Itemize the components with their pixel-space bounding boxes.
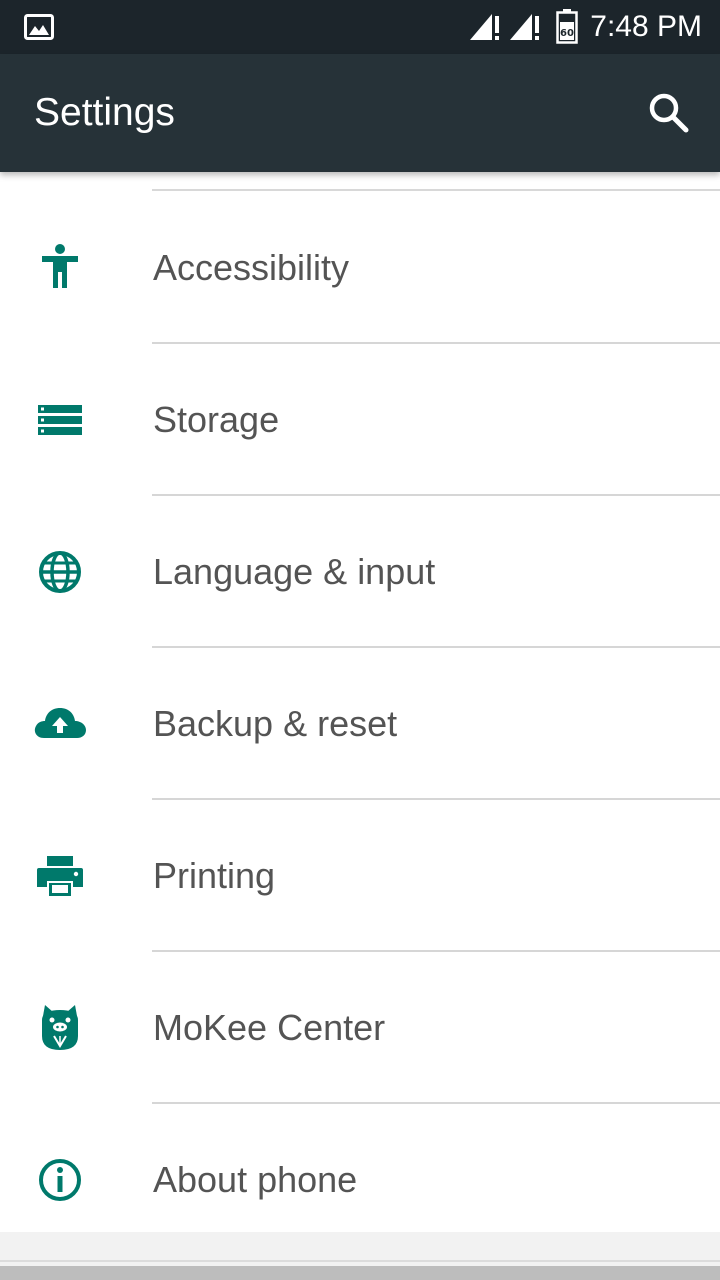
settings-item-printing[interactable]: Printing <box>0 800 720 952</box>
globe-icon <box>30 542 90 602</box>
settings-item-label: Storage <box>153 399 280 440</box>
mokee-icon <box>30 998 90 1058</box>
settings-item-accessibility[interactable]: Accessibility <box>0 192 720 344</box>
status-bar: 60 7:48 PM <box>0 0 720 54</box>
signal-no-data-icon <box>510 14 539 40</box>
settings-item-mokee-center[interactable]: MoKee Center <box>0 952 720 1104</box>
printer-icon <box>30 846 90 906</box>
gallery-icon <box>24 14 54 40</box>
signal-no-data-icon <box>470 14 499 40</box>
battery-level: 60 <box>560 28 574 39</box>
search-icon[interactable] <box>644 88 692 136</box>
cloud-upload-icon <box>30 694 90 754</box>
divider <box>0 1260 720 1262</box>
settings-item-language-input[interactable]: Language & input <box>0 496 720 648</box>
settings-item-storage[interactable]: Storage <box>0 344 720 496</box>
settings-item-label: Printing <box>153 855 276 896</box>
info-icon <box>30 1150 90 1210</box>
page-title: Settings <box>34 91 175 134</box>
status-time: 7:48 PM <box>590 10 702 43</box>
battery-icon: 60 <box>556 9 578 44</box>
settings-list: Accessibility Storage Language & input B… <box>0 172 720 1232</box>
storage-icon <box>30 390 90 450</box>
list-bottom-edge <box>0 1232 720 1280</box>
app-bar: Settings <box>0 54 720 172</box>
accessibility-icon <box>30 238 90 298</box>
settings-item-label: Accessibility <box>153 247 350 288</box>
settings-item-label: Backup & reset <box>153 703 398 744</box>
settings-item-label: About phone <box>153 1159 358 1200</box>
scroll-edge-shadow <box>0 1266 720 1280</box>
settings-item-backup-reset[interactable]: Backup & reset <box>0 648 720 800</box>
settings-item-label: MoKee Center <box>153 1007 386 1048</box>
divider <box>152 189 720 191</box>
settings-item-label: Language & input <box>153 551 436 592</box>
